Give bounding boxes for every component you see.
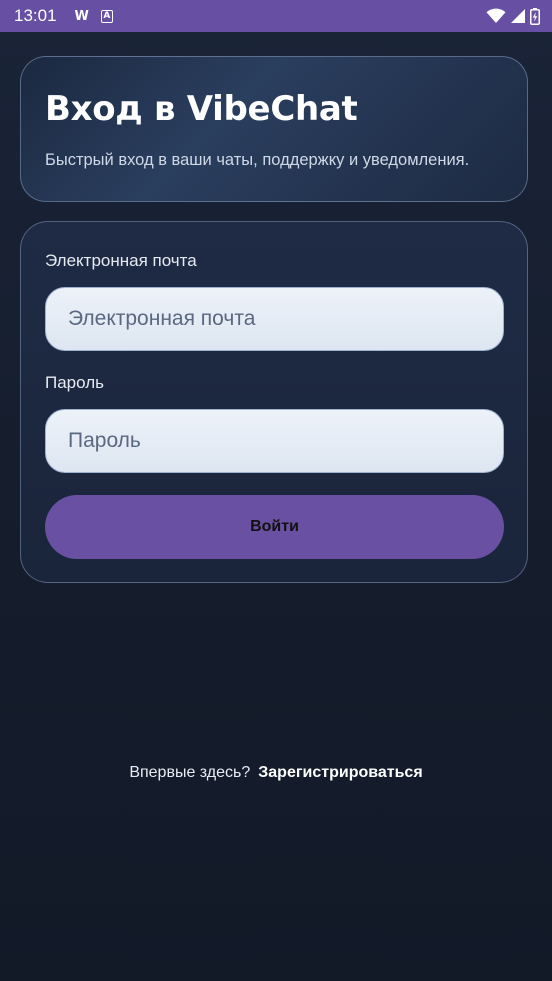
header-card: Вход в VibeChat Быстрый вход в ваши чаты… [20, 56, 528, 202]
page-subtitle: Быстрый вход в ваши чаты, поддержку и ув… [45, 151, 470, 169]
wifi-icon [486, 8, 506, 23]
email-label: Электронная почта [45, 251, 197, 270]
notification-a-icon: A [100, 9, 113, 23]
battery-charging-icon [530, 7, 540, 25]
password-placeholder: Пароль [68, 429, 141, 452]
login-button[interactable]: Войти [45, 495, 504, 559]
cellular-signal-icon [511, 9, 525, 23]
register-prompt: Впервые здесь? [129, 764, 251, 781]
password-label: Пароль [45, 373, 104, 392]
status-time: 13:01 [14, 6, 57, 25]
email-placeholder: Электронная почта [68, 307, 256, 330]
register-link[interactable]: Зарегистрироваться [258, 764, 422, 782]
page-title: Вход в VibeChat [45, 89, 358, 129]
status-icons [486, 7, 540, 25]
status-bar: 13:01 W A [0, 0, 552, 32]
email-input[interactable]: Электронная почта [45, 287, 504, 351]
login-form-card: Электронная почта Электронная почта Паро… [20, 221, 528, 583]
notification-w-icon: W [74, 8, 89, 24]
password-input[interactable]: Пароль [45, 409, 504, 473]
register-row: Впервые здесь? Зарегистрироваться [0, 764, 552, 782]
